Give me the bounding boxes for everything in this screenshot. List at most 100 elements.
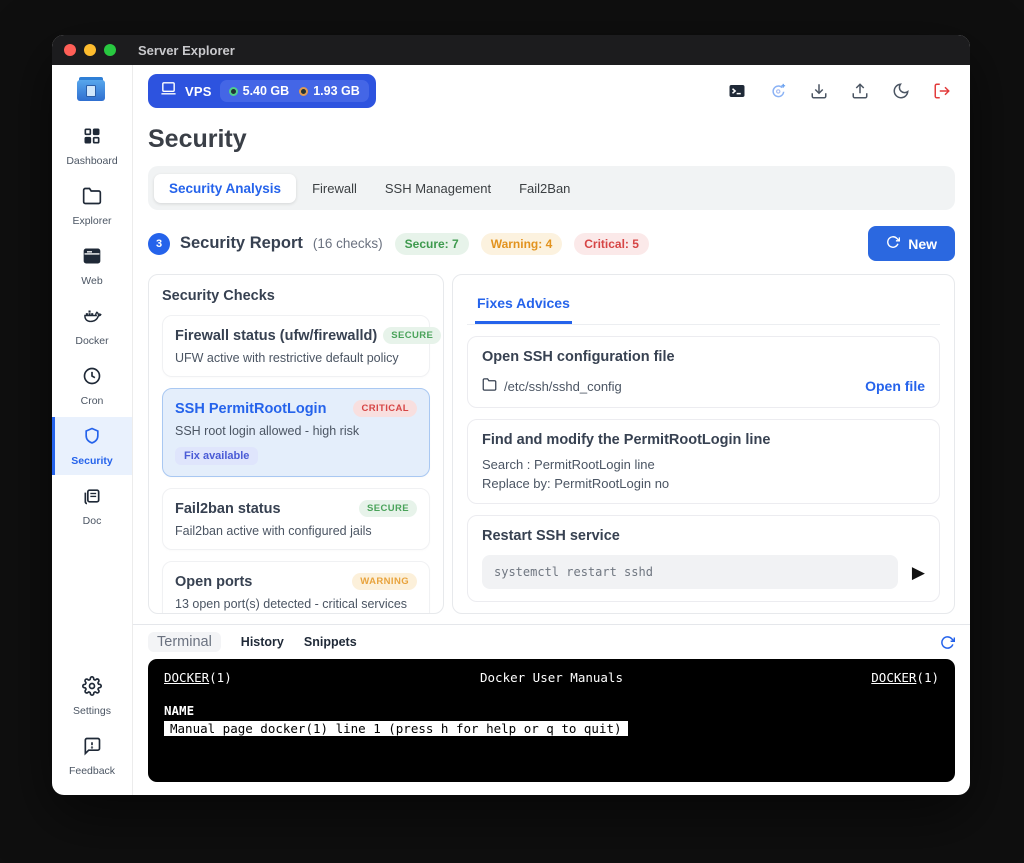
status-badge: SECURE [383,327,441,344]
topbar-actions [728,82,955,100]
run-command-button[interactable]: ▶ [912,564,925,581]
logout-icon[interactable] [933,82,951,100]
docker-icon [82,306,102,331]
app-window: Server Explorer Dashboard Explorer [52,35,970,795]
server-stats: 5.40 GB 1.93 GB [220,80,369,102]
refresh-icon [886,235,900,252]
sidebar-item-cron[interactable]: Cron [52,357,132,415]
sidebar-item-label: Feedback [69,765,115,777]
check-description: Fail2ban active with configured jails [175,524,417,538]
man-section-label: NAME [164,703,939,718]
disk-stat: 1.93 GB [299,84,360,98]
check-item-ssh-permitrootlogin[interactable]: SSH PermitRootLogin CRITICAL SSH root lo… [162,388,430,477]
critical-count-badge: Critical: 5 [574,233,649,255]
minimize-window-button[interactable] [84,44,96,56]
man-page-title: Docker User Manuals [480,670,623,685]
sidebar-item-security[interactable]: Security [52,417,132,475]
checks-panel-title: Security Checks [162,288,430,304]
new-scan-button[interactable]: New [868,226,955,261]
command-box[interactable]: systemctl restart sshd [482,555,898,589]
check-description: 13 open port(s) detected - critical serv… [175,597,417,611]
fixes-tabbar: Fixes Advices [467,287,940,325]
close-window-button[interactable] [64,44,76,56]
tab-snippets[interactable]: Snippets [304,635,357,649]
traffic-lights [64,44,116,56]
sidebar-item-docker[interactable]: Docker [52,297,132,355]
terminal-output[interactable]: DOCKER(1) Docker User Manuals DOCKER(1) … [148,659,955,782]
page-title: Security [133,115,970,154]
sidebar-item-label: Cron [81,395,104,407]
sidebar-item-doc[interactable]: Doc [52,477,132,535]
check-title: Firewall status (ufw/firewalld) [175,328,377,344]
sidebar-item-web[interactable]: Web [52,237,132,295]
tab-history[interactable]: History [241,635,284,649]
sidebar-item-label: Settings [73,705,111,717]
replace-line: Replace by: PermitRootLogin no [482,476,925,491]
warning-count-badge: Warning: 4 [481,233,563,255]
security-tabbar: Security Analysis Firewall SSH Managemen… [148,166,955,210]
sidebar-item-settings[interactable]: Settings [52,667,132,725]
check-item-open-ports[interactable]: Open ports WARNING 13 open port(s) detec… [162,561,430,614]
feedback-icon [82,736,102,761]
fix-card-title: Find and modify the PermitRootLogin line [482,432,925,448]
report-count: (16 checks) [313,236,383,251]
check-title: Open ports [175,574,252,590]
download-icon[interactable] [810,82,828,100]
sidebar-item-dashboard[interactable]: Dashboard [52,117,132,175]
search-line: Search : PermitRootLogin line [482,457,925,472]
security-checks-panel: Security Checks Firewall status (ufw/fir… [148,274,444,614]
sidebar-item-explorer[interactable]: Explorer [52,177,132,235]
tab-ssh-management[interactable]: SSH Management [373,174,503,203]
titlebar: Server Explorer [52,35,970,65]
folder-icon [82,186,102,211]
check-title: Fail2ban status [175,501,281,517]
main-content: VPS 5.40 GB 1.93 GB [133,65,970,795]
upload-icon[interactable] [851,82,869,100]
ai-sparkle-icon[interactable] [769,82,787,100]
fixes-advices-panel: Fixes Advices Open SSH configuration fil… [452,274,955,614]
terminal-section: Terminal History Snippets DOCKER(1) Dock… [133,624,970,795]
server-selector[interactable]: VPS 5.40 GB 1.93 GB [148,74,376,108]
sidebar: Dashboard Explorer Web Docker [52,65,133,795]
tab-fail2ban[interactable]: Fail2Ban [507,174,582,203]
open-file-link[interactable]: Open file [865,378,925,394]
fix-card-restart-ssh: Restart SSH service systemctl restart ss… [467,515,940,602]
terminal-refresh-icon[interactable] [940,635,955,650]
sidebar-item-label: Docker [75,335,108,347]
check-item-fail2ban-status[interactable]: Fail2ban status SECURE Fail2ban active w… [162,488,430,550]
sidebar-item-feedback[interactable]: Feedback [52,727,132,785]
terminal-header: Terminal History Snippets [133,625,970,658]
laptop-icon [160,80,177,102]
tab-terminal[interactable]: Terminal [148,632,221,652]
sidebar-item-label: Web [81,275,102,287]
tab-firewall[interactable]: Firewall [300,174,369,203]
secure-count-badge: Secure: 7 [395,233,469,255]
tab-fixes-advices[interactable]: Fixes Advices [475,287,572,324]
window-title: Server Explorer [138,43,235,58]
browser-icon [82,246,102,271]
man-page-header: DOCKER(1) Docker User Manuals DOCKER(1) [164,670,939,685]
security-report-header: 3 Security Report (16 checks) Secure: 7 … [133,210,970,262]
fix-card-modify-line: Find and modify the PermitRootLogin line… [467,419,940,504]
shield-icon [82,426,102,451]
man-status-line: Manual page docker(1) line 1 (press h fo… [164,721,628,736]
moon-icon[interactable] [892,82,910,100]
topbar: VPS 5.40 GB 1.93 GB [133,65,970,115]
zoom-window-button[interactable] [104,44,116,56]
disk-icon [299,87,308,96]
check-description: UFW active with restrictive default poli… [175,351,417,365]
sidebar-item-label: Doc [83,515,102,527]
report-title: Security Report [180,234,303,253]
tab-security-analysis[interactable]: Security Analysis [154,174,296,203]
sidebar-item-label: Explorer [72,215,111,227]
config-file-path: /etc/ssh/sshd_config [482,377,622,395]
terminal-icon[interactable] [728,82,746,100]
check-item-firewall-status[interactable]: Firewall status (ufw/firewalld) SECURE U… [162,315,430,377]
check-description: SSH root login allowed - high risk [175,424,417,438]
status-badge: SECURE [359,500,417,517]
status-badge: CRITICAL [353,400,417,417]
app-logo-icon [77,77,107,101]
folder-icon [482,377,497,395]
memory-icon [229,87,238,96]
memory-stat: 5.40 GB [229,84,290,98]
